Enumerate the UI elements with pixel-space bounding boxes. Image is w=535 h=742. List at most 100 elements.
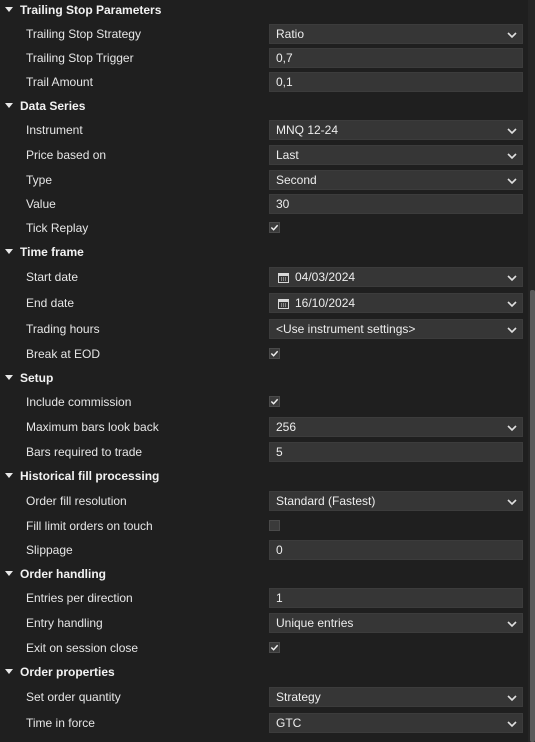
prop-trailing-strategy: Trailing Stop Strategy Ratio [0,24,528,44]
section-title: Trailing Stop Parameters [20,3,162,17]
price-based-on-select[interactable]: Last [269,145,523,165]
bars-required-input[interactable]: 5 [269,442,523,462]
section-order-handling[interactable]: Order handling [0,564,528,584]
chevron-down-icon [507,621,517,628]
prop-label: Break at EOD [26,347,101,361]
section-order-properties[interactable]: Order properties [0,662,528,682]
prop-label: Value [26,197,56,211]
select-value: <Use instrument settings> [276,322,416,336]
end-date-picker[interactable]: 16/10/2024 [269,293,523,313]
entries-per-direction-input[interactable]: 1 [269,588,523,608]
section-title: Order handling [20,567,107,581]
input-value: 0,7 [276,51,293,65]
trail-amount-input[interactable]: 0,1 [269,72,523,92]
collapse-arrow-icon[interactable] [5,473,13,478]
section-title: Historical fill processing [20,469,160,483]
chevron-down-icon [507,275,517,282]
checkmark-icon [270,350,279,357]
instrument-select[interactable]: MNQ 12-24 [269,120,523,140]
break-at-eod-checkbox[interactable] [269,348,280,359]
section-title: Setup [20,371,54,385]
scrollbar-thumb[interactable] [530,290,535,742]
select-value: 256 [276,420,297,434]
chevron-down-icon [507,178,517,185]
collapse-arrow-icon[interactable] [5,103,13,108]
tick-replay-checkbox[interactable] [269,222,280,233]
prop-fill-limit-on-touch: Fill limit orders on touch [0,516,528,536]
include-commission-checkbox[interactable] [269,396,280,407]
slippage-input[interactable]: 0 [269,540,523,560]
prop-trading-hours: Trading hours <Use instrument settings> [0,319,528,339]
start-date-picker[interactable]: 04/03/2024 [269,267,523,287]
prop-label: Trail Amount [26,75,93,89]
type-select[interactable]: Second [269,170,523,190]
prop-value: Value 30 [0,194,528,214]
prop-label: Set order quantity [26,690,121,704]
chevron-down-icon [507,128,517,135]
prop-label: Entry handling [26,616,103,630]
time-in-force-select[interactable]: GTC [269,713,523,733]
chevron-down-icon [507,721,517,728]
section-data-series[interactable]: Data Series [0,96,528,116]
prop-max-bars-look-back: Maximum bars look back 256 [0,417,528,437]
checkmark-icon [270,644,279,651]
prop-label: Trailing Stop Strategy [26,27,141,41]
exit-on-session-close-checkbox[interactable] [269,642,280,653]
prop-label: Maximum bars look back [26,420,159,434]
prop-label: Type [26,173,53,187]
prop-label: Instrument [26,123,83,137]
prop-slippage: Slippage 0 [0,540,528,560]
prop-label: Include commission [26,395,132,409]
date-value: 04/03/2024 [295,270,356,284]
set-order-quantity-select[interactable]: Strategy [269,687,523,707]
select-value: Last [276,148,299,162]
collapse-arrow-icon[interactable] [5,375,13,380]
checkmark-icon [270,398,279,405]
prop-tick-replay: Tick Replay [0,218,528,238]
section-title: Data Series [20,99,86,113]
prop-label: Exit on session close [26,641,139,655]
fill-limit-on-touch-checkbox[interactable] [269,520,280,531]
chevron-down-icon [507,499,517,506]
prop-trail-amount: Trail Amount 0,1 [0,72,528,92]
prop-price-based-on: Price based on Last [0,145,528,165]
input-value: 0,1 [276,75,293,89]
chevron-down-icon [507,301,517,308]
prop-exit-on-session-close: Exit on session close [0,638,528,658]
collapse-arrow-icon[interactable] [5,669,13,674]
section-trailing-stop[interactable]: Trailing Stop Parameters [0,0,528,20]
calendar-icon [278,298,289,309]
trading-hours-select[interactable]: <Use instrument settings> [269,319,523,339]
collapse-arrow-icon[interactable] [5,7,13,12]
section-setup[interactable]: Setup [0,368,528,388]
collapse-arrow-icon[interactable] [5,571,13,576]
section-historical-fill[interactable]: Historical fill processing [0,466,528,486]
chevron-down-icon [507,695,517,702]
chevron-down-icon [507,425,517,432]
select-value: Standard (Fastest) [276,494,376,508]
prop-type: Type Second [0,170,528,190]
max-bars-look-back-select[interactable]: 256 [269,417,523,437]
prop-label: Price based on [26,148,107,162]
section-title: Order properties [20,665,115,679]
input-value: 0 [276,543,283,557]
section-time-frame[interactable]: Time frame [0,242,528,262]
order-fill-resolution-select[interactable]: Standard (Fastest) [269,491,523,511]
input-value: 1 [276,591,283,605]
collapse-arrow-icon[interactable] [5,249,13,254]
prop-order-fill-resolution: Order fill resolution Standard (Fastest) [0,491,528,511]
prop-include-commission: Include commission [0,392,528,412]
select-value: Second [276,173,317,187]
prop-label: Trailing Stop Trigger [26,51,134,65]
properties-grid: Trailing Stop Parameters Trailing Stop S… [0,0,528,742]
prop-label: Time in force [26,716,95,730]
prop-set-order-quantity: Set order quantity Strategy [0,687,528,707]
prop-trailing-trigger: Trailing Stop Trigger 0,7 [0,48,528,68]
trailing-trigger-input[interactable]: 0,7 [269,48,523,68]
select-value: MNQ 12-24 [276,123,339,137]
entry-handling-select[interactable]: Unique entries [269,613,523,633]
select-value: GTC [276,716,302,730]
input-value: 30 [276,197,290,211]
value-input[interactable]: 30 [269,194,523,214]
trailing-strategy-select[interactable]: Ratio [269,24,523,44]
